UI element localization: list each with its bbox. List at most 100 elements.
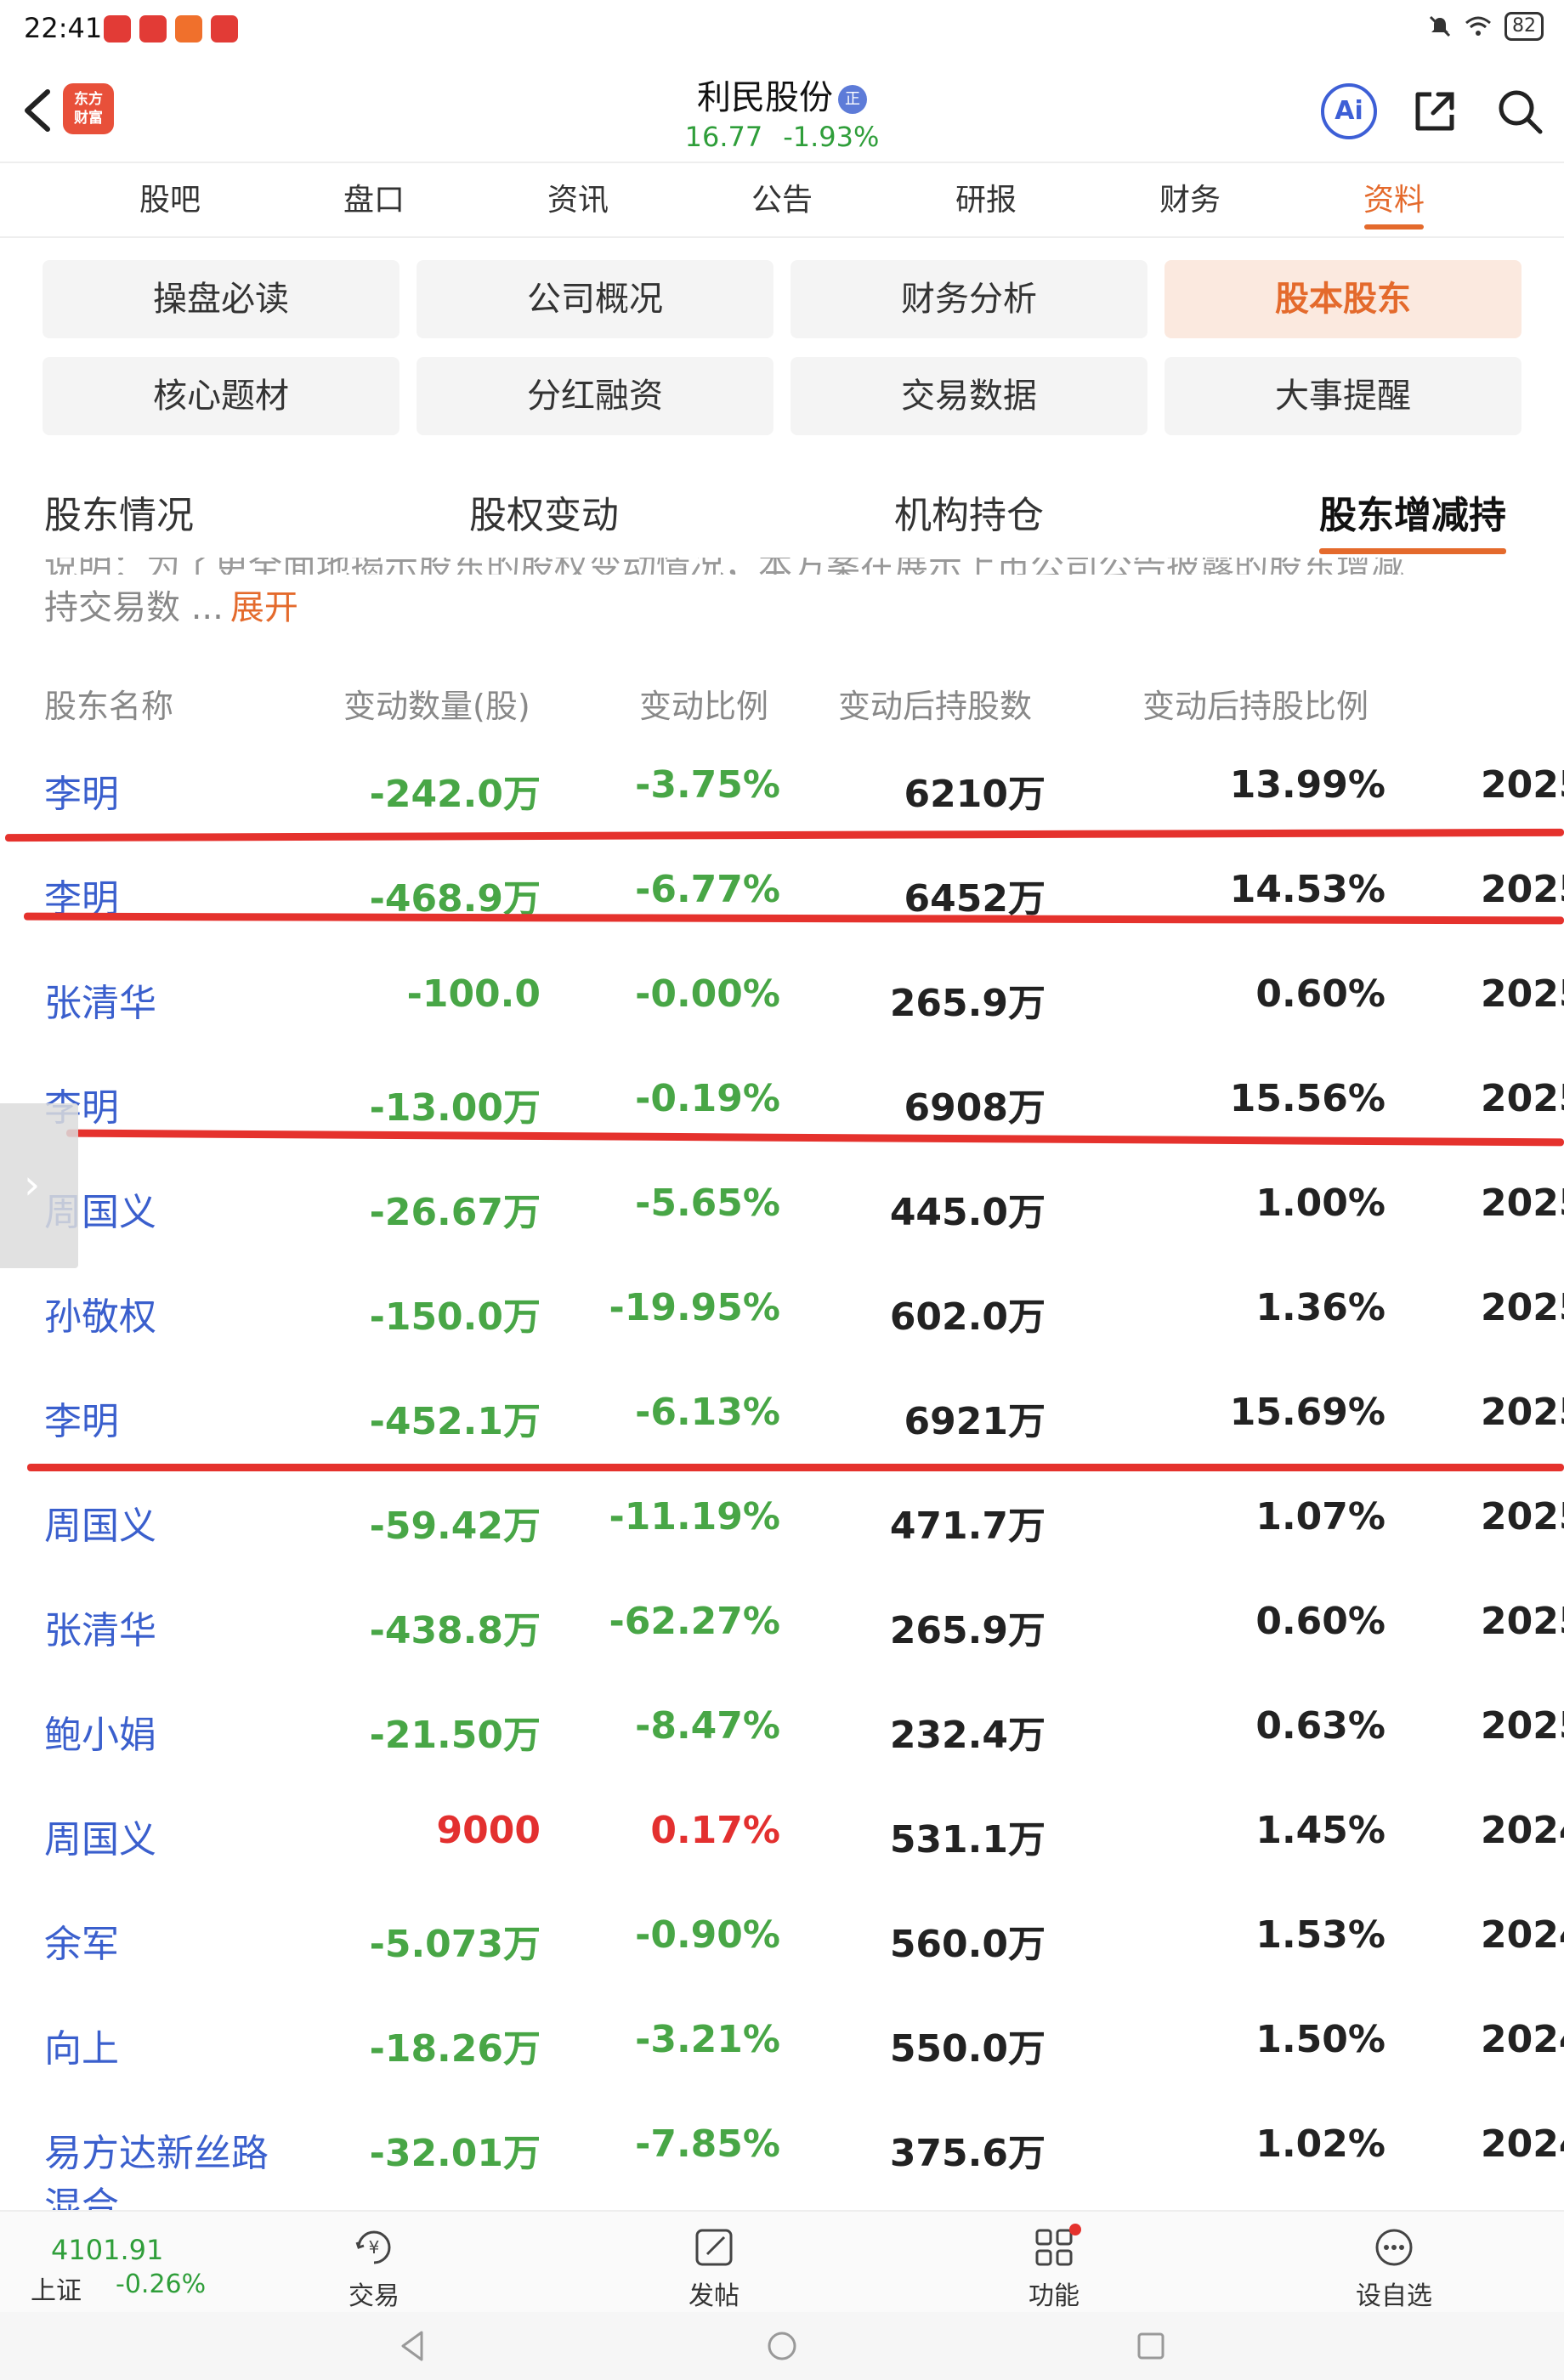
change-pct: -8.47%: [635, 1704, 780, 1748]
sub-button-trading-data[interactable]: 交易数据: [790, 357, 1148, 435]
change-amount: -32.01万: [369, 2132, 541, 2175]
header-shareholder[interactable]: 股东名称: [44, 680, 173, 727]
battery-indicator: 82: [1504, 12, 1544, 41]
sub-button-shareholders[interactable]: 股本股东: [1164, 260, 1522, 338]
stock-change-pct: -1.93%: [783, 121, 880, 153]
tab-pankou[interactable]: 盘口: [272, 163, 476, 236]
table-row[interactable]: 张清华 -100.0 -0.00% 265.9万 0.60% 2025: [0, 950, 1564, 1055]
table-row[interactable]: 易方达新丝路 混合 -32.01万 -7.85% 375.6万 1.02% 20…: [0, 2100, 1564, 2211]
table-row[interactable]: 李明 -452.1万 -6.13% 6921万 15.69% 2025: [0, 1368, 1564, 1473]
holding-after: 265.9万: [889, 982, 1046, 1025]
ai-assistant-icon[interactable]: Ai: [1321, 83, 1377, 139]
zheng-badge: 正: [838, 85, 867, 114]
ratio-after: 1.00%: [1255, 1182, 1386, 1225]
change-amount: -26.67万: [369, 1191, 541, 1234]
shareholder-name[interactable]: 鲍小娟: [44, 1704, 156, 1759]
table-row[interactable]: 孙敬权 -150.0万 -19.95% 602.0万 1.36% 2025: [0, 1264, 1564, 1368]
nav-add-watchlist[interactable]: 设自选: [1326, 2224, 1462, 2312]
change-pct: -62.27%: [609, 1600, 780, 1643]
change-amount: 9000: [436, 1809, 541, 1852]
change-date: 2025: [1481, 1495, 1564, 1538]
ratio-after: 1.53%: [1255, 1913, 1386, 1957]
change-date: 2025: [1481, 1704, 1564, 1748]
change-pct: -6.13%: [635, 1391, 780, 1434]
ratio-after: 1.07%: [1255, 1495, 1386, 1538]
table-row[interactable]: 鲍小娟 -21.50万 -8.47% 232.4万 0.63% 2025: [0, 1682, 1564, 1787]
tab-announcements[interactable]: 公告: [680, 163, 884, 236]
section-tab-shareholders[interactable]: 股东情况: [44, 484, 194, 539]
description-partial: 说明：为了更全面地揭示股东的股权变动情况，本方案在展示上市公司公告披露的股东增减: [44, 558, 1540, 575]
search-icon[interactable]: [1493, 84, 1547, 139]
system-home-icon[interactable]: [762, 2326, 802, 2366]
nav-label: 设自选: [1356, 2281, 1432, 2311]
shareholder-name[interactable]: 余军: [44, 1913, 119, 1968]
table-row[interactable]: 李明 -468.9万 -6.77% 6452万 14.53% 2025: [0, 846, 1564, 950]
table-row[interactable]: 周国义 -59.42万 -11.19% 471.7万 1.07% 2025: [0, 1473, 1564, 1578]
shareholder-name-continued[interactable]: 混合: [44, 2175, 119, 2211]
ratio-after: 13.99%: [1229, 763, 1386, 807]
sub-button-dividends[interactable]: 分红融资: [416, 357, 774, 435]
shareholder-name[interactable]: 向上: [44, 2018, 119, 2072]
expand-link[interactable]: 展开: [230, 588, 298, 627]
header-change-amount[interactable]: 变动数量(股): [343, 680, 530, 727]
change-amount: -13.00万: [369, 1086, 541, 1130]
header-change-pct[interactable]: 变动比例: [639, 680, 768, 727]
ratio-after: 14.53%: [1229, 868, 1386, 911]
table-row[interactable]: 向上 -18.26万 -3.21% 550.0万 1.50% 2024: [0, 1996, 1564, 2100]
change-date: 2025: [1481, 763, 1564, 807]
index-change: -0.26%: [116, 2270, 207, 2299]
app-notification-icon: [175, 15, 202, 42]
holding-after: 445.0万: [889, 1191, 1046, 1234]
holding-after: 265.9万: [889, 1609, 1046, 1652]
nav-trade[interactable]: ¥ 交易: [306, 2224, 442, 2312]
section-tab-equity-changes[interactable]: 股权变动: [469, 484, 619, 539]
shareholder-name[interactable]: 孙敬权: [44, 1286, 156, 1340]
shareholder-name[interactable]: 李明: [44, 763, 119, 818]
table-row[interactable]: 周国义 -26.67万 -5.65% 445.0万 1.00% 2025: [0, 1159, 1564, 1264]
change-pct: 0.17%: [650, 1809, 780, 1852]
nav-functions[interactable]: 功能: [986, 2224, 1122, 2312]
system-navigation-bar: [0, 2312, 1564, 2380]
change-pct: -19.95%: [609, 1286, 780, 1329]
ratio-after: 0.60%: [1255, 972, 1386, 1016]
system-recents-icon[interactable]: [1130, 2326, 1171, 2366]
status-indicators: 82: [1428, 12, 1544, 41]
shareholder-name[interactable]: 周国义: [44, 1809, 156, 1863]
ratio-after: 0.60%: [1255, 1600, 1386, 1643]
change-amount: -452.1万: [369, 1400, 541, 1443]
app-notification-icon: [139, 15, 167, 42]
header-ratio-after[interactable]: 变动后持股比例: [1142, 680, 1368, 727]
header-actions: Ai: [1321, 83, 1547, 139]
shareholder-name[interactable]: 张清华: [44, 972, 156, 1027]
sub-button-must-read[interactable]: 操盘必读: [42, 260, 400, 338]
sub-button-core-themes[interactable]: 核心题材: [42, 357, 400, 435]
description-line: 持交易数 ...: [44, 588, 224, 627]
table-row[interactable]: 余军 -5.073万 -0.90% 560.0万 1.53% 2024: [0, 1891, 1564, 1996]
change-date: 2025: [1481, 868, 1564, 911]
tab-profile[interactable]: 资料: [1292, 163, 1496, 236]
sub-button-financial-analysis[interactable]: 财务分析: [790, 260, 1148, 338]
table-row[interactable]: 张清华 -438.8万 -62.27% 265.9万 0.60% 2025: [0, 1578, 1564, 1682]
tab-research[interactable]: 研报: [884, 163, 1088, 236]
change-amount: -59.42万: [369, 1504, 541, 1548]
header-holding-after[interactable]: 变动后持股数: [838, 680, 1032, 727]
system-back-icon[interactable]: [393, 2326, 434, 2366]
nav-post[interactable]: 发帖: [646, 2224, 782, 2312]
section-tab-holding-changes[interactable]: 股东增减持: [1319, 484, 1506, 554]
tab-guba[interactable]: 股吧: [68, 163, 272, 236]
shareholder-name[interactable]: 李明: [44, 1391, 119, 1445]
sub-button-events[interactable]: 大事提醒: [1164, 357, 1522, 435]
sub-button-company-overview[interactable]: 公司概况: [416, 260, 774, 338]
section-tab-institutions[interactable]: 机构持仓: [894, 484, 1044, 539]
side-drawer-handle[interactable]: ›: [0, 1103, 78, 1268]
shareholder-name[interactable]: 周国义: [44, 1495, 156, 1550]
share-icon[interactable]: [1408, 84, 1462, 139]
shareholder-name[interactable]: 张清华: [44, 1600, 156, 1654]
holding-after: 232.4万: [889, 1714, 1046, 1757]
change-date: 2025: [1481, 1286, 1564, 1329]
tab-news[interactable]: 资讯: [476, 163, 680, 236]
table-row[interactable]: 周国义 9000 0.17% 531.1万 1.45% 2024: [0, 1787, 1564, 1891]
stock-price: 16.77: [684, 121, 763, 153]
tab-finance[interactable]: 财务: [1088, 163, 1292, 236]
shareholder-name[interactable]: 易方达新丝路: [44, 2122, 269, 2177]
